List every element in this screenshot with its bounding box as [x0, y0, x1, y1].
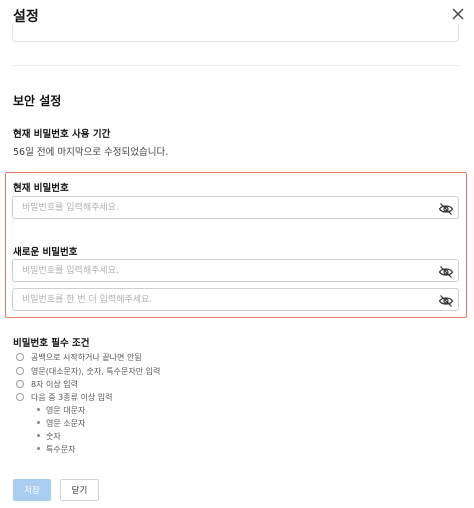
- requirement-text: 영문(대소문자), 숫자, 특수문자만 입력: [31, 367, 161, 376]
- current-password-label: 현재 비밀번호: [13, 183, 69, 194]
- new-password-field[interactable]: [12, 259, 459, 282]
- requirement-text: 다음 중 3종류 이상 입력: [31, 393, 113, 402]
- section-divider: [12, 65, 459, 66]
- modal-title: 설정: [13, 9, 39, 25]
- requirement-text: 8자 이상 입력: [31, 380, 78, 389]
- radio-circle-icon: [16, 353, 24, 361]
- bullet-icon: [37, 434, 40, 437]
- requirements-title: 비밀번호 필수 조건: [13, 338, 90, 349]
- requirement-item: 공백으로 시작하거나 끝나면 안됨: [16, 352, 142, 363]
- eye-off-icon[interactable]: [438, 201, 454, 215]
- requirement-sub-text: 영문 소문자: [46, 419, 86, 428]
- requirement-sub-text: 숫자: [46, 432, 61, 441]
- new-password-label: 새로운 비밀번호: [13, 247, 78, 258]
- requirement-item: 8자 이상 입력: [16, 379, 78, 390]
- requirement-text: 공백으로 시작하거나 끝나면 안됨: [31, 353, 142, 362]
- new-password-input[interactable]: [13, 260, 423, 281]
- eye-off-icon[interactable]: [438, 293, 454, 307]
- requirement-sub-item: 특수문자: [37, 444, 75, 455]
- password-usage-text: 56일 전에 마지막으로 수정되었습니다.: [13, 147, 169, 158]
- eye-off-icon[interactable]: [438, 264, 454, 278]
- current-password-field[interactable]: [12, 196, 459, 219]
- confirm-password-input[interactable]: [13, 289, 423, 310]
- close-button[interactable]: 닫기: [60, 479, 99, 501]
- previous-section-card: [12, 24, 459, 42]
- password-usage-label: 현재 비밀번호 사용 기간: [13, 129, 111, 140]
- bullet-icon: [37, 447, 40, 450]
- requirement-item: 영문(대소문자), 숫자, 특수문자만 입력: [16, 366, 160, 377]
- current-password-input[interactable]: [13, 197, 423, 218]
- requirement-sub-text: 영문 대문자: [46, 406, 86, 415]
- section-title: 보안 설정: [13, 94, 62, 108]
- requirement-sub-item: 숫자: [37, 431, 61, 442]
- confirm-password-field[interactable]: [12, 288, 459, 311]
- radio-circle-icon: [16, 367, 24, 375]
- save-button[interactable]: 저장: [13, 479, 51, 501]
- requirement-sub-item: 영문 대문자: [37, 405, 85, 416]
- close-icon[interactable]: [448, 4, 468, 24]
- radio-circle-icon: [16, 393, 24, 401]
- radio-circle-icon: [16, 380, 24, 388]
- bullet-icon: [37, 421, 40, 424]
- bullet-icon: [37, 408, 40, 411]
- requirement-sub-item: 영문 소문자: [37, 418, 85, 429]
- requirement-sub-text: 특수문자: [46, 445, 76, 454]
- requirement-item: 다음 중 3종류 이상 입력: [16, 392, 113, 403]
